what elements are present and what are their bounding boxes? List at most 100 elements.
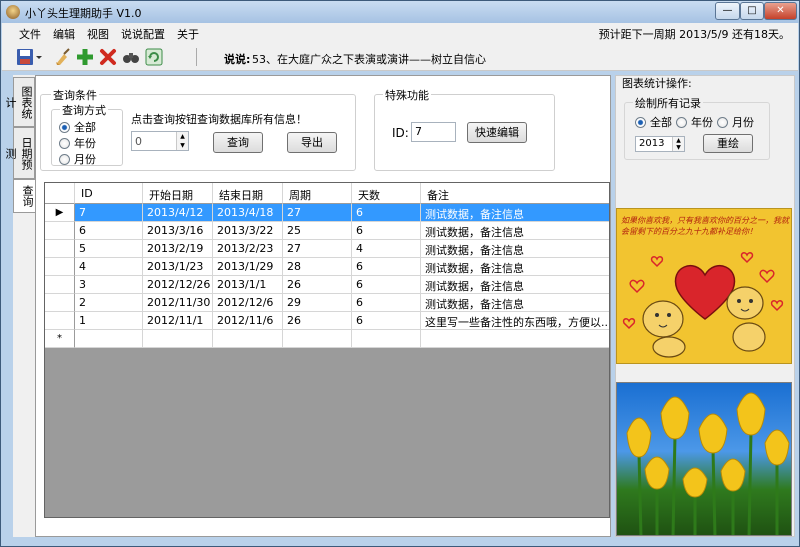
new-row-cell[interactable]	[143, 330, 213, 348]
binoculars-icon[interactable]	[122, 48, 140, 66]
row-header[interactable]	[45, 312, 75, 330]
menu-edit[interactable]: 编辑	[53, 26, 75, 42]
menu-motto-config[interactable]: 说说配置	[121, 26, 165, 42]
cell-id[interactable]: 5	[75, 240, 143, 258]
cell-id[interactable]: 1	[75, 312, 143, 330]
row-header[interactable]	[45, 294, 75, 312]
new-row-cell[interactable]	[352, 330, 421, 348]
cell-note[interactable]: 测试数据，备注信息	[421, 276, 609, 294]
cell-days[interactable]: 4	[352, 240, 421, 258]
cell-cycle[interactable]: 25	[283, 222, 352, 240]
cell-cycle[interactable]: 26	[283, 312, 352, 330]
cell-id[interactable]: 7	[75, 204, 143, 222]
add-icon[interactable]	[76, 48, 94, 66]
cell-id[interactable]: 3	[75, 276, 143, 294]
cell-start-date[interactable]: 2012/11/30	[143, 294, 213, 312]
row-header[interactable]	[45, 258, 75, 276]
radio-mode-year[interactable]: 年份	[59, 135, 96, 151]
chart-radio-dot-month[interactable]	[717, 116, 728, 128]
column-header-note[interactable]: 备注	[421, 183, 609, 204]
radio-dot-year[interactable]	[59, 137, 70, 149]
column-header-cycle[interactable]: 周期	[283, 183, 352, 204]
chart-radio-year[interactable]: 年份	[676, 114, 713, 130]
cell-note[interactable]: 测试数据，备注信息	[421, 294, 609, 312]
row-header[interactable]: ▶	[45, 204, 75, 222]
quick-edit-button[interactable]: 快速编辑	[467, 122, 527, 143]
cell-note[interactable]: 测试数据，备注信息	[421, 258, 609, 276]
tab-date-forecast[interactable]: 日期预测	[4, 127, 35, 179]
cell-days[interactable]: 6	[352, 276, 421, 294]
cell-cycle[interactable]: 27	[283, 240, 352, 258]
menu-view[interactable]: 视图	[87, 26, 109, 42]
new-row-cell[interactable]	[283, 330, 352, 348]
menu-file[interactable]: 文件	[19, 26, 41, 42]
chart-radio-dot-all[interactable]	[635, 116, 646, 128]
cell-days[interactable]: 6	[352, 258, 421, 276]
chart-year-spinbox[interactable]: 2013 ▲ ▼	[635, 136, 685, 152]
maximize-button[interactable]: □	[740, 2, 764, 20]
cell-cycle[interactable]: 29	[283, 294, 352, 312]
redraw-button[interactable]: 重绘	[703, 134, 753, 153]
cell-end-date[interactable]: 2013/1/29	[213, 258, 283, 276]
cell-days[interactable]: 6	[352, 294, 421, 312]
minimize-button[interactable]: —	[715, 2, 740, 20]
cell-start-date[interactable]: 2012/11/1	[143, 312, 213, 330]
tab-query[interactable]: 查询	[13, 179, 35, 213]
radio-dot-all[interactable]	[59, 121, 70, 133]
refresh-icon[interactable]	[145, 48, 163, 66]
column-header-id[interactable]: ID	[75, 183, 143, 204]
delete-icon[interactable]	[99, 48, 117, 66]
cell-id[interactable]: 6	[75, 222, 143, 240]
row-header[interactable]	[45, 276, 75, 294]
cell-cycle[interactable]: 28	[283, 258, 352, 276]
cell-end-date[interactable]: 2013/2/23	[213, 240, 283, 258]
tab-chart-stats[interactable]: 图表统计	[4, 77, 35, 127]
cell-end-date[interactable]: 2012/11/6	[213, 312, 283, 330]
radio-dot-month[interactable]	[59, 153, 70, 165]
radio-mode-month[interactable]: 月份	[59, 151, 96, 167]
cell-end-date[interactable]: 2013/1/1	[213, 276, 283, 294]
cell-note[interactable]: 测试数据，备注信息	[421, 240, 609, 258]
cell-days[interactable]: 6	[352, 312, 421, 330]
dropdown-icon[interactable]	[35, 48, 43, 66]
query-button[interactable]: 查询	[213, 132, 263, 153]
cell-days[interactable]: 6	[352, 204, 421, 222]
close-button[interactable]: ✕	[764, 2, 797, 20]
cell-cycle[interactable]: 27	[283, 204, 352, 222]
menu-about[interactable]: 关于	[177, 26, 199, 42]
column-header-start-date[interactable]: 开始日期	[143, 183, 213, 204]
broom-icon[interactable]	[54, 48, 72, 66]
cell-start-date[interactable]: 2013/3/16	[143, 222, 213, 240]
column-header-end-date[interactable]: 结束日期	[213, 183, 283, 204]
cell-note[interactable]: 这里写一些备注性的东西哦，方便以...	[421, 312, 609, 330]
chart-radio-dot-year[interactable]	[676, 116, 687, 128]
save-icon[interactable]	[16, 48, 34, 66]
chart-radio-month[interactable]: 月份	[717, 114, 754, 130]
chart-spin-arrows-icon[interactable]: ▲ ▼	[672, 137, 684, 151]
cell-start-date[interactable]: 2012/12/26	[143, 276, 213, 294]
cell-end-date[interactable]: 2013/3/22	[213, 222, 283, 240]
cell-end-date[interactable]: 2013/4/18	[213, 204, 283, 222]
chart-radio-all[interactable]: 全部	[635, 114, 672, 130]
query-spinbox[interactable]: 0 ▲ ▼	[131, 131, 189, 151]
new-row-cell[interactable]	[75, 330, 143, 348]
radio-mode-all[interactable]: 全部	[59, 119, 96, 135]
id-input[interactable]: 7	[411, 122, 456, 142]
new-row-cell[interactable]	[213, 330, 283, 348]
row-header[interactable]	[45, 222, 75, 240]
cell-start-date[interactable]: 2013/4/12	[143, 204, 213, 222]
cell-note[interactable]: 测试数据，备注信息	[421, 204, 609, 222]
cell-cycle[interactable]: 26	[283, 276, 352, 294]
cell-id[interactable]: 4	[75, 258, 143, 276]
export-button[interactable]: 导出	[287, 132, 337, 153]
cell-days[interactable]: 6	[352, 222, 421, 240]
column-header-days[interactable]: 天数	[352, 183, 421, 204]
cell-id[interactable]: 2	[75, 294, 143, 312]
spin-arrows-icon[interactable]: ▲ ▼	[176, 132, 188, 150]
row-header[interactable]	[45, 240, 75, 258]
new-row-cell[interactable]	[421, 330, 609, 348]
cell-end-date[interactable]: 2012/12/6	[213, 294, 283, 312]
cell-start-date[interactable]: 2013/1/23	[143, 258, 213, 276]
cell-start-date[interactable]: 2013/2/19	[143, 240, 213, 258]
cell-note[interactable]: 测试数据，备注信息	[421, 222, 609, 240]
